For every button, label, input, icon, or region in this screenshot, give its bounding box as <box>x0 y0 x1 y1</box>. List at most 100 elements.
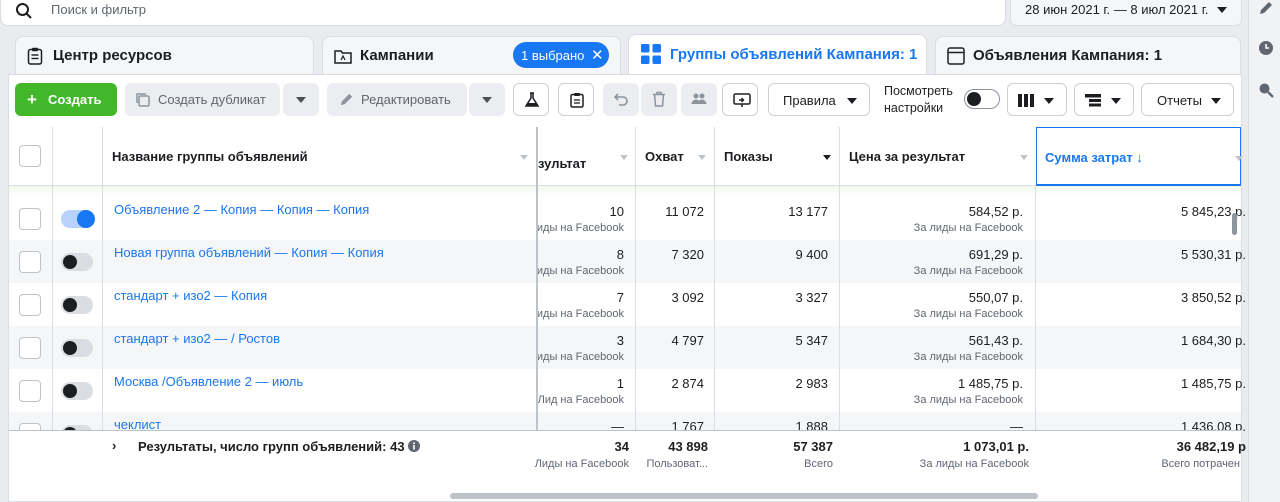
column-label: Цена за результат <box>849 149 966 164</box>
ad-set-name-link[interactable]: Новая группа объявлений — Копия — Копия <box>114 245 384 260</box>
cell-result: 8 <box>616 247 624 262</box>
pencil-icon[interactable] <box>1258 0 1274 16</box>
rules-dropdown[interactable]: Правила <box>768 83 870 116</box>
cell-amount-spent: 3 850,52 р. <box>1180 290 1246 305</box>
delete-button[interactable] <box>641 83 677 116</box>
tab-ad-sets[interactable]: Группы объявлений Кампания: 1 <box>628 34 927 74</box>
cell-impressions: 2 983 <box>795 376 828 391</box>
ad-set-name-link[interactable]: Москва /Объявление 2 — июль <box>114 374 303 389</box>
cell-reach: 7 320 <box>671 247 704 262</box>
clock-icon[interactable] <box>1258 40 1274 56</box>
view-settings-toggle[interactable] <box>964 89 1000 109</box>
edit-label: Редактировать <box>361 92 451 107</box>
folder-icon <box>334 50 352 64</box>
footer-impressions: 57 387 <box>793 439 833 454</box>
cell-result: 1 <box>616 376 624 391</box>
cell-cost-per-result: 550,07 р. <box>968 290 1023 305</box>
close-icon[interactable]: ✕ <box>591 46 604 64</box>
vertical-scrollbar[interactable] <box>1232 213 1237 235</box>
ad-set-name-link[interactable]: Объявление 2 — Копия — Копия — Копия <box>114 202 369 217</box>
tab-label: Кампании <box>360 47 434 64</box>
tab-ads[interactable]: Объявления Кампания: 1 <box>935 36 1241 74</box>
row-checkbox[interactable] <box>19 380 41 402</box>
ad-set-name-link[interactable]: стандарт + изо2 — / Ростов <box>114 331 280 346</box>
cell-cost-per-result: 1 485,75 р. <box>957 376 1023 391</box>
trash-icon <box>653 91 665 107</box>
pencil-icon <box>340 93 353 106</box>
footer-result: 34 <box>614 439 629 454</box>
reports-dropdown[interactable]: Отчеты <box>1141 83 1234 116</box>
row-status-toggle[interactable] <box>61 296 93 314</box>
breakdown-icon <box>1085 94 1101 107</box>
breakdown-dropdown[interactable] <box>1074 83 1134 116</box>
cell-reach: 11 072 <box>665 204 704 219</box>
date-range-picker[interactable]: 28 июн 2021 г. — 8 июл 2021 г. <box>1010 0 1242 26</box>
duplicate-dropdown[interactable] <box>283 83 319 116</box>
cell-cost-per-result-sub: За лиды на Facebook <box>913 265 1023 277</box>
cell-reach: 2 874 <box>671 376 704 391</box>
footer-reach-sub: Пользоват... <box>646 458 708 470</box>
clipboard-icon <box>570 93 584 108</box>
divider <box>635 127 636 430</box>
row-status-toggle[interactable] <box>61 253 93 271</box>
cell-cost-per-result-sub: За лиды на Facebook <box>913 351 1023 363</box>
selection-badge[interactable]: 1 выбрано ✕ <box>513 42 609 68</box>
grid-icon <box>641 44 661 64</box>
cell-cost-per-result-sub: За лиды на Facebook <box>913 308 1023 320</box>
duplicate-button[interactable]: Создать дубликат <box>125 83 280 116</box>
row-checkbox[interactable] <box>19 251 41 273</box>
edit-button[interactable]: Редактировать <box>327 83 467 116</box>
search-bar[interactable]: Поиск и фильтр <box>0 0 1006 26</box>
column-header-impressions[interactable]: Показы <box>715 127 839 186</box>
row-status-toggle[interactable] <box>61 382 93 400</box>
column-header-reach[interactable]: Охват <box>636 127 714 186</box>
divider <box>839 127 840 430</box>
footer-cost-per-result-sub: За лиды на Facebook <box>919 458 1029 470</box>
notes-button[interactable] <box>558 83 594 116</box>
column-header-amount-spent[interactable]: Сумма затрат ↓ <box>1036 127 1243 186</box>
select-all-checkbox[interactable] <box>19 145 41 167</box>
create-button[interactable]: + Создать <box>15 83 117 116</box>
edit-dropdown[interactable] <box>469 83 505 116</box>
column-label: Сумма затрат ↓ <box>1045 150 1143 165</box>
cell-cost-per-result-sub: За лиды на Facebook <box>913 222 1023 234</box>
row-checkbox[interactable] <box>19 337 41 359</box>
columns-dropdown[interactable] <box>1007 83 1067 116</box>
view-settings-label: Посмотреть настройки <box>884 84 953 115</box>
cell-impressions: 3 327 <box>795 290 828 305</box>
column-label: Охват <box>645 149 684 164</box>
row-highlight <box>9 186 1241 196</box>
ab-test-button[interactable] <box>513 83 549 116</box>
audience-button[interactable] <box>681 83 717 116</box>
cell-result: 7 <box>616 290 624 305</box>
tab-label: Группы объявлений Кампания: 1 <box>670 46 918 63</box>
cell-amount-spent: 1 485,75 р. <box>1180 376 1246 391</box>
column-header-result[interactable]: зультат <box>538 127 635 186</box>
cell-reach: 3 092 <box>671 290 704 305</box>
undo-button[interactable] <box>603 83 639 116</box>
footer-summary-label: Результаты, число групп объявлений: 43 <box>138 439 405 454</box>
column-header-cost-per-result[interactable]: Цена за результат <box>840 127 1035 186</box>
cell-cost-per-result: 584,52 р. <box>968 204 1023 219</box>
row-status-toggle[interactable] <box>61 339 93 357</box>
column-label: зультат <box>538 156 587 171</box>
search-input[interactable]: Поиск и фильтр <box>51 2 146 17</box>
row-status-toggle[interactable] <box>61 210 95 228</box>
ad-icon <box>947 47 965 65</box>
cell-reach: 4 797 <box>671 333 704 348</box>
cell-amount-spent: 5 530,31 р. <box>1180 247 1246 262</box>
row-checkbox[interactable] <box>19 208 41 230</box>
search-settings-icon[interactable] <box>1258 82 1274 98</box>
info-icon[interactable] <box>408 440 420 452</box>
export-icon <box>733 93 751 107</box>
column-header-name[interactable]: Название группы объявлений <box>103 127 536 186</box>
tab-resource-center[interactable]: Центр ресурсов <box>15 36 314 74</box>
clipboard-icon <box>27 47 43 65</box>
row-checkbox[interactable] <box>19 294 41 316</box>
export-button[interactable] <box>722 83 758 116</box>
people-icon <box>691 93 707 104</box>
create-label: Создать <box>48 92 102 107</box>
ad-set-name-link[interactable]: стандарт + изо2 — Копия <box>114 288 267 303</box>
horizontal-scrollbar[interactable] <box>450 493 1038 499</box>
expand-chevron-icon[interactable]: › <box>112 438 116 453</box>
